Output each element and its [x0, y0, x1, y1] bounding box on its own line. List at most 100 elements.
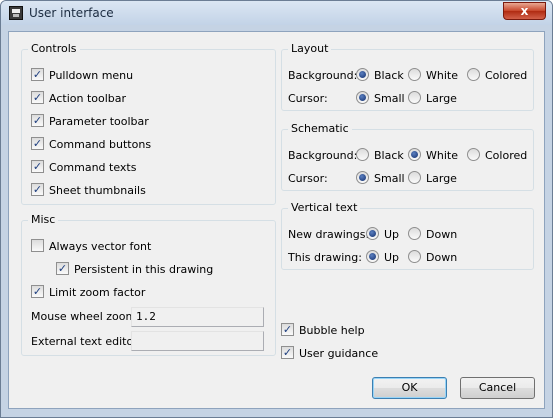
- schematic-cursor-label: Cursor:: [288, 172, 328, 185]
- layout-cursor-large-radio[interactable]: Large: [408, 90, 457, 105]
- schematic-cursor-large-label: Large: [426, 171, 457, 185]
- this-drawing-down-radio[interactable]: Down: [408, 249, 458, 264]
- new-drawings-down-radio[interactable]: Down: [408, 226, 458, 241]
- check-icon[interactable]: ✓: [31, 67, 44, 81]
- command-texts-label: Command texts: [49, 160, 137, 174]
- schematic-background-colored-label: Colored: [485, 148, 528, 162]
- cancel-button[interactable]: Cancel: [460, 377, 535, 399]
- schematic-cursor-small-label: Small: [374, 171, 405, 185]
- layout-cursor-large-label: Large: [426, 91, 457, 105]
- schematic-background-black-radio[interactable]: Black: [356, 147, 404, 162]
- new-drawings-up-label: Up: [384, 227, 400, 241]
- layout-background-white-radio[interactable]: White: [408, 67, 458, 82]
- radio-icon[interactable]: [408, 67, 421, 81]
- command-buttons-checkbox[interactable]: ✓ Command buttons: [31, 136, 152, 153]
- check-icon[interactable]: ✓: [31, 113, 44, 127]
- radio-selected-icon[interactable]: [356, 90, 369, 104]
- check-icon[interactable]: ✓: [31, 182, 44, 196]
- radio-selected-icon[interactable]: [366, 226, 379, 240]
- new-drawings-label: New drawings:: [288, 228, 370, 241]
- layout-background-colored-radio[interactable]: Colored: [467, 67, 528, 82]
- controls-group-title: Controls: [28, 42, 80, 55]
- layout-background-white-label: White: [426, 68, 458, 82]
- this-drawing-up-label: Up: [384, 250, 400, 264]
- mouse-wheel-zoom-input[interactable]: 1.2: [131, 307, 264, 327]
- new-drawings-down-label: Down: [426, 227, 458, 241]
- limit-zoom-factor-label: Limit zoom factor: [49, 285, 146, 299]
- schematic-background-colored-radio[interactable]: Colored: [467, 147, 528, 162]
- external-text-editor-label: External text editor: [31, 335, 138, 348]
- layout-group-title: Layout: [288, 42, 332, 55]
- sheet-thumbnails-label: Sheet thumbnails: [49, 183, 146, 197]
- check-icon[interactable]: ✓: [281, 345, 294, 359]
- radio-selected-icon[interactable]: [408, 147, 421, 161]
- radio-icon[interactable]: [408, 226, 421, 240]
- schematic-background-label: Background:: [288, 149, 358, 162]
- pulldown-menu-label: Pulldown menu: [49, 68, 134, 82]
- mouse-wheel-zoom-label: Mouse wheel zoom: [31, 310, 137, 323]
- limit-zoom-factor-checkbox[interactable]: ✓ Limit zoom factor: [31, 284, 146, 301]
- schematic-background-white-radio[interactable]: White: [408, 147, 458, 162]
- check-icon[interactable]: ✓: [281, 322, 294, 336]
- misc-group-title: Misc: [28, 213, 59, 226]
- schematic-group: Schematic Background: Black White Colore…: [281, 122, 534, 191]
- app-icon: [9, 6, 23, 20]
- command-texts-checkbox[interactable]: ✓ Command texts: [31, 159, 137, 176]
- sheet-thumbnails-checkbox[interactable]: ✓ Sheet thumbnails: [31, 182, 146, 199]
- radio-icon[interactable]: [467, 67, 480, 81]
- radio-icon[interactable]: [408, 249, 421, 263]
- bubble-help-label: Bubble help: [299, 323, 365, 337]
- check-icon[interactable]: ✓: [56, 261, 69, 275]
- schematic-cursor-small-radio[interactable]: Small: [356, 170, 405, 185]
- ok-button[interactable]: OK: [372, 377, 447, 399]
- check-icon[interactable]: ✓: [31, 159, 44, 173]
- action-toolbar-checkbox[interactable]: ✓ Action toolbar: [31, 90, 127, 107]
- layout-background-black-radio[interactable]: Black: [356, 67, 404, 82]
- check-icon[interactable]: ✓: [31, 284, 44, 298]
- bubble-help-checkbox[interactable]: ✓ Bubble help: [281, 322, 365, 339]
- schematic-group-title: Schematic: [288, 122, 352, 135]
- dialog-client-area: Controls ✓ Pulldown menu ✓ Action toolbar …: [8, 31, 545, 409]
- vertical-text-group-title: Vertical text: [288, 201, 361, 214]
- layout-cursor-label: Cursor:: [288, 92, 328, 105]
- window-title: User interface: [29, 6, 114, 20]
- pulldown-menu-checkbox[interactable]: ✓ Pulldown menu: [31, 67, 134, 84]
- radio-selected-icon[interactable]: [356, 67, 369, 81]
- always-vector-font-checkbox[interactable]: Always vector font: [31, 238, 152, 255]
- user-guidance-label: User guidance: [299, 346, 379, 360]
- layout-group: Layout Background: Black White Colored C…: [281, 42, 534, 111]
- radio-selected-icon[interactable]: [356, 170, 369, 184]
- radio-icon[interactable]: [356, 147, 369, 161]
- external-text-editor-input[interactable]: [131, 331, 264, 351]
- check-icon[interactable]: ✓: [31, 90, 44, 104]
- layout-cursor-small-label: Small: [374, 91, 405, 105]
- radio-icon[interactable]: [408, 170, 421, 184]
- parameter-toolbar-checkbox[interactable]: ✓ Parameter toolbar: [31, 113, 149, 130]
- user-guidance-checkbox[interactable]: ✓ User guidance: [281, 345, 379, 362]
- always-vector-font-label: Always vector font: [49, 239, 152, 253]
- misc-group: Misc Always vector font ✓ Persistent in t…: [21, 213, 276, 356]
- action-toolbar-label: Action toolbar: [49, 91, 127, 105]
- parameter-toolbar-label: Parameter toolbar: [49, 114, 149, 128]
- vertical-text-group: Vertical text New drawings: Up Down This…: [281, 201, 534, 270]
- this-drawing-up-radio[interactable]: Up: [366, 249, 400, 264]
- check-icon[interactable]: ✓: [31, 136, 44, 150]
- persistent-in-drawing-label: Persistent in this drawing: [74, 262, 214, 276]
- persistent-in-drawing-checkbox[interactable]: ✓ Persistent in this drawing: [56, 261, 214, 278]
- layout-cursor-small-radio[interactable]: Small: [356, 90, 405, 105]
- schematic-background-black-label: Black: [374, 148, 404, 162]
- radio-icon[interactable]: [467, 147, 480, 161]
- schematic-cursor-large-radio[interactable]: Large: [408, 170, 457, 185]
- this-drawing-label: This drawing:: [288, 251, 362, 264]
- user-interface-dialog: User interface x Controls ✓ Pulldown menu…: [0, 0, 553, 418]
- radio-selected-icon[interactable]: [366, 249, 379, 263]
- checkbox-box[interactable]: [31, 238, 44, 252]
- layout-background-colored-label: Colored: [485, 68, 528, 82]
- new-drawings-up-radio[interactable]: Up: [366, 226, 400, 241]
- command-buttons-label: Command buttons: [49, 137, 152, 151]
- close-button[interactable]: x: [503, 2, 546, 20]
- title-bar[interactable]: User interface x: [1, 1, 552, 25]
- radio-icon[interactable]: [408, 90, 421, 104]
- schematic-background-white-label: White: [426, 148, 458, 162]
- this-drawing-down-label: Down: [426, 250, 458, 264]
